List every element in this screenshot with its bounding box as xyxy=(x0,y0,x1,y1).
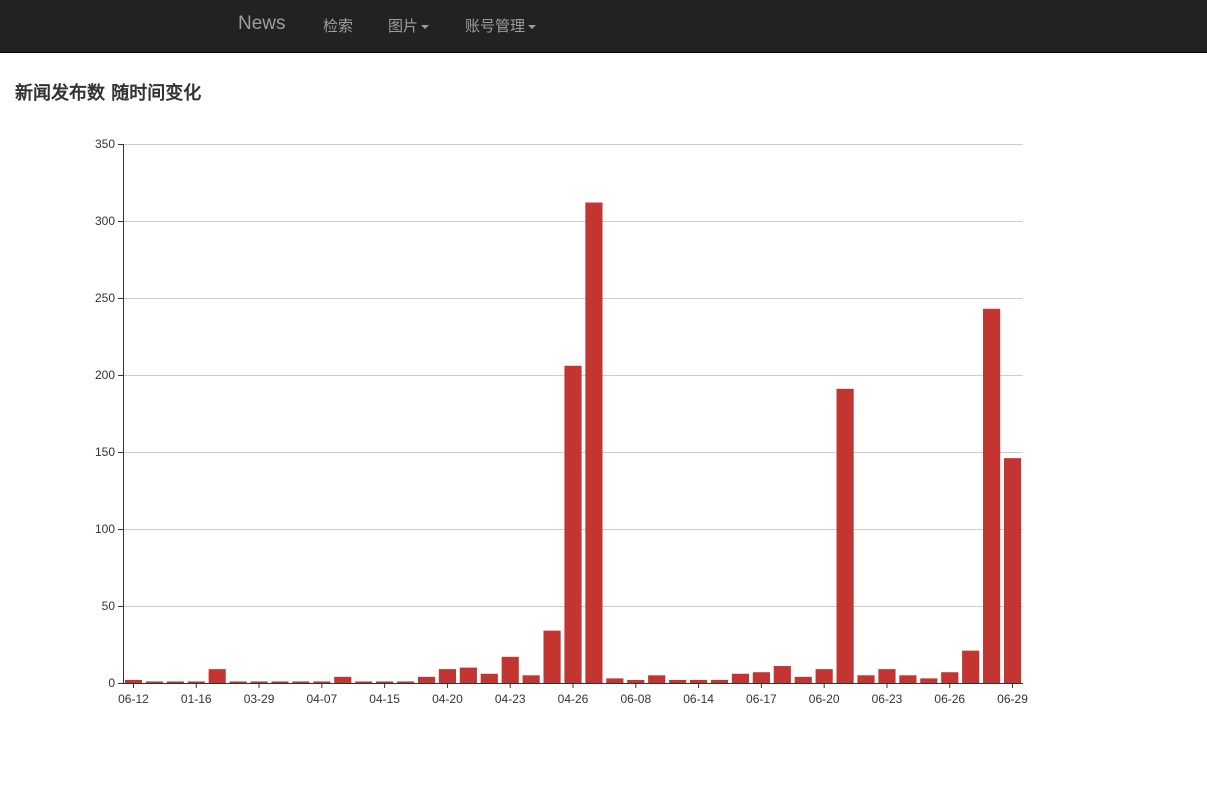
bar xyxy=(836,388,854,683)
bar xyxy=(690,679,708,683)
bar xyxy=(878,669,896,683)
x-tick-label: 03-29 xyxy=(244,692,275,706)
x-tick-label: 06-17 xyxy=(746,692,777,706)
y-tick-label: 350 xyxy=(95,137,115,151)
bar xyxy=(627,679,645,683)
bar xyxy=(313,681,331,683)
bar xyxy=(438,669,456,683)
bar xyxy=(857,675,875,683)
y-tick-label: 50 xyxy=(102,599,116,613)
x-tick-label: 01-16 xyxy=(181,692,212,706)
bar xyxy=(355,681,373,683)
bar xyxy=(417,676,436,683)
bar xyxy=(1003,458,1022,683)
bar xyxy=(648,675,666,683)
bar xyxy=(229,681,247,683)
bar xyxy=(815,669,833,683)
x-tick-label: 06-14 xyxy=(683,692,714,706)
x-tick-label: 04-15 xyxy=(369,692,400,706)
bar xyxy=(250,681,268,683)
nav-item-account[interactable]: 账号管理 xyxy=(465,15,537,36)
x-tick-label: 04-26 xyxy=(558,692,589,706)
y-tick-label: 300 xyxy=(95,214,115,228)
nav-item-images[interactable]: 图片 xyxy=(388,15,430,36)
x-tick-label: 04-20 xyxy=(432,692,463,706)
nav-item-search[interactable]: 检索 xyxy=(323,15,353,36)
bar xyxy=(941,672,959,683)
bar xyxy=(669,679,687,683)
bar xyxy=(271,681,289,683)
y-tick-label: 100 xyxy=(95,522,115,536)
bar xyxy=(501,656,519,683)
caret-down-icon xyxy=(421,24,430,29)
bar xyxy=(920,678,938,683)
bar xyxy=(522,675,540,683)
bar xyxy=(187,681,205,683)
bar xyxy=(334,676,352,683)
x-tick-label: 06-29 xyxy=(997,692,1028,706)
bar xyxy=(145,681,163,683)
bar xyxy=(459,667,477,683)
x-tick-label: 06-08 xyxy=(620,692,651,706)
x-tick-label: 06-12 xyxy=(118,692,149,706)
bar xyxy=(396,681,415,683)
bar xyxy=(480,673,498,683)
nav-item-account-label: 账号管理 xyxy=(465,17,526,35)
nav-item-search-label: 检索 xyxy=(323,17,354,35)
bar xyxy=(983,308,1001,683)
bar xyxy=(794,676,812,683)
bar xyxy=(166,681,184,683)
navbar-brand[interactable]: News xyxy=(238,13,286,35)
bar xyxy=(773,666,791,683)
page-title: 新闻发布数 随时间变化 xyxy=(15,83,202,104)
x-tick-label: 06-23 xyxy=(872,692,903,706)
x-tick-label: 04-23 xyxy=(495,692,526,706)
navbar: News 检索 图片 账号管理 xyxy=(0,0,1207,53)
y-tick-label: 200 xyxy=(95,368,115,382)
bar-chart: 0 50 100 150 200 250 300 350 06-12 01-16 03-29 04-0… xyxy=(95,137,1028,706)
y-tick-label: 0 xyxy=(108,676,115,690)
y-tick-label: 150 xyxy=(95,445,115,459)
bar xyxy=(564,365,582,683)
x-tick-label: 06-26 xyxy=(934,692,965,706)
nav-item-images-label: 图片 xyxy=(388,17,419,35)
bar xyxy=(208,669,226,683)
bar xyxy=(710,679,729,683)
x-tick-label: 06-20 xyxy=(809,692,840,706)
bar xyxy=(124,679,143,683)
bar xyxy=(899,675,917,683)
caret-down-icon xyxy=(528,24,537,29)
bar xyxy=(752,672,770,683)
bar xyxy=(543,630,561,683)
bar xyxy=(292,681,310,683)
bar xyxy=(376,681,394,683)
bar xyxy=(585,202,603,683)
bar xyxy=(962,650,980,683)
bar xyxy=(606,678,624,683)
x-tick-label: 04-07 xyxy=(306,692,337,706)
bar xyxy=(731,673,750,683)
y-tick-label: 250 xyxy=(95,291,115,305)
